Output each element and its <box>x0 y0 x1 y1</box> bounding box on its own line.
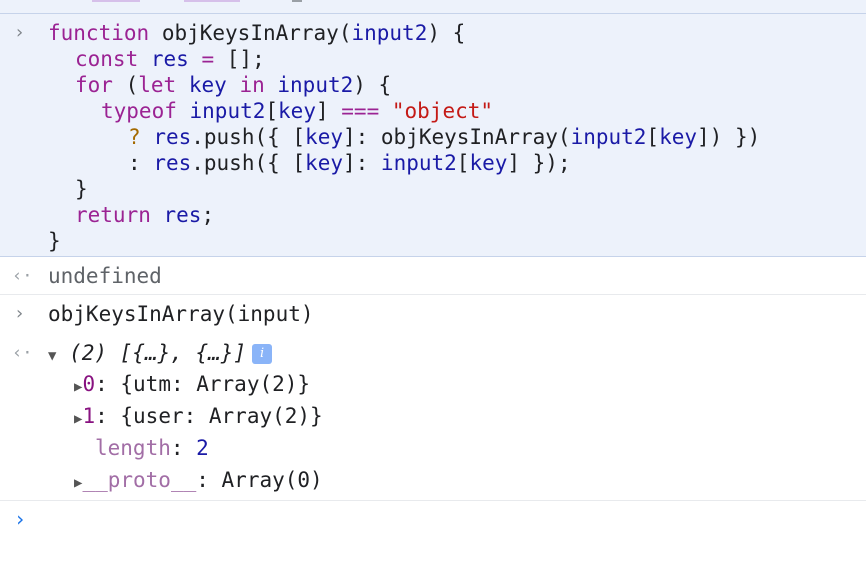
previous-entry-clip <box>0 0 866 13</box>
result-arrow-icon: ‹· <box>12 266 33 286</box>
code-line: const res = []; <box>75 47 265 71</box>
console-result-row: ‹· undefined <box>0 257 866 295</box>
tree-item-1[interactable]: ▶1: {user: Array(2)} <box>74 403 323 432</box>
clip-fragment <box>292 0 302 2</box>
console-prompt-input[interactable]: › <box>14 507 26 531</box>
code-line: : res.push({ [key]: input2[key] }); <box>128 151 571 175</box>
clip-fragment <box>184 0 240 2</box>
console-input-row: › objKeysInArray(input) <box>0 295 866 333</box>
tree-item-proto[interactable]: ▶__proto__: Array(0) <box>74 467 323 496</box>
console-array-result: ‹· ▼ (2) [{…}, {…}] i ▶0: {utm: Array(2)}… <box>0 333 866 501</box>
console-input-entry[interactable]: › function objKeysInArray(input2) { cons… <box>0 13 866 257</box>
prompt-chevron-icon: › <box>14 22 25 43</box>
tree-item-length: length: 2 <box>95 436 209 460</box>
prompt-chevron-icon: › <box>14 303 25 324</box>
code-line: function objKeysInArray(input2) { <box>48 21 466 45</box>
result-arrow-icon: ‹· <box>12 343 33 363</box>
code-line: typeof input2[key] === "object" <box>101 99 494 123</box>
tree-item-0[interactable]: ▶0: {utm: Array(2)} <box>74 371 310 400</box>
array-preview[interactable]: ▼ (2) [{…}, {…}] i <box>48 341 273 365</box>
code-line: ? res.push({ [key]: objKeysInArray(input… <box>128 125 761 149</box>
code-line: } <box>75 177 88 201</box>
code-line: } <box>48 229 61 253</box>
info-icon[interactable]: i <box>252 344 273 364</box>
result-value[interactable]: undefined <box>48 264 162 288</box>
clip-fragment <box>92 0 140 2</box>
expanded-triangle-icon[interactable]: ▼ <box>48 348 56 364</box>
code-line: return res; <box>75 203 215 227</box>
input-expression[interactable]: objKeysInArray(input) <box>48 302 314 326</box>
code-line: for (let key in input2) { <box>75 73 392 97</box>
